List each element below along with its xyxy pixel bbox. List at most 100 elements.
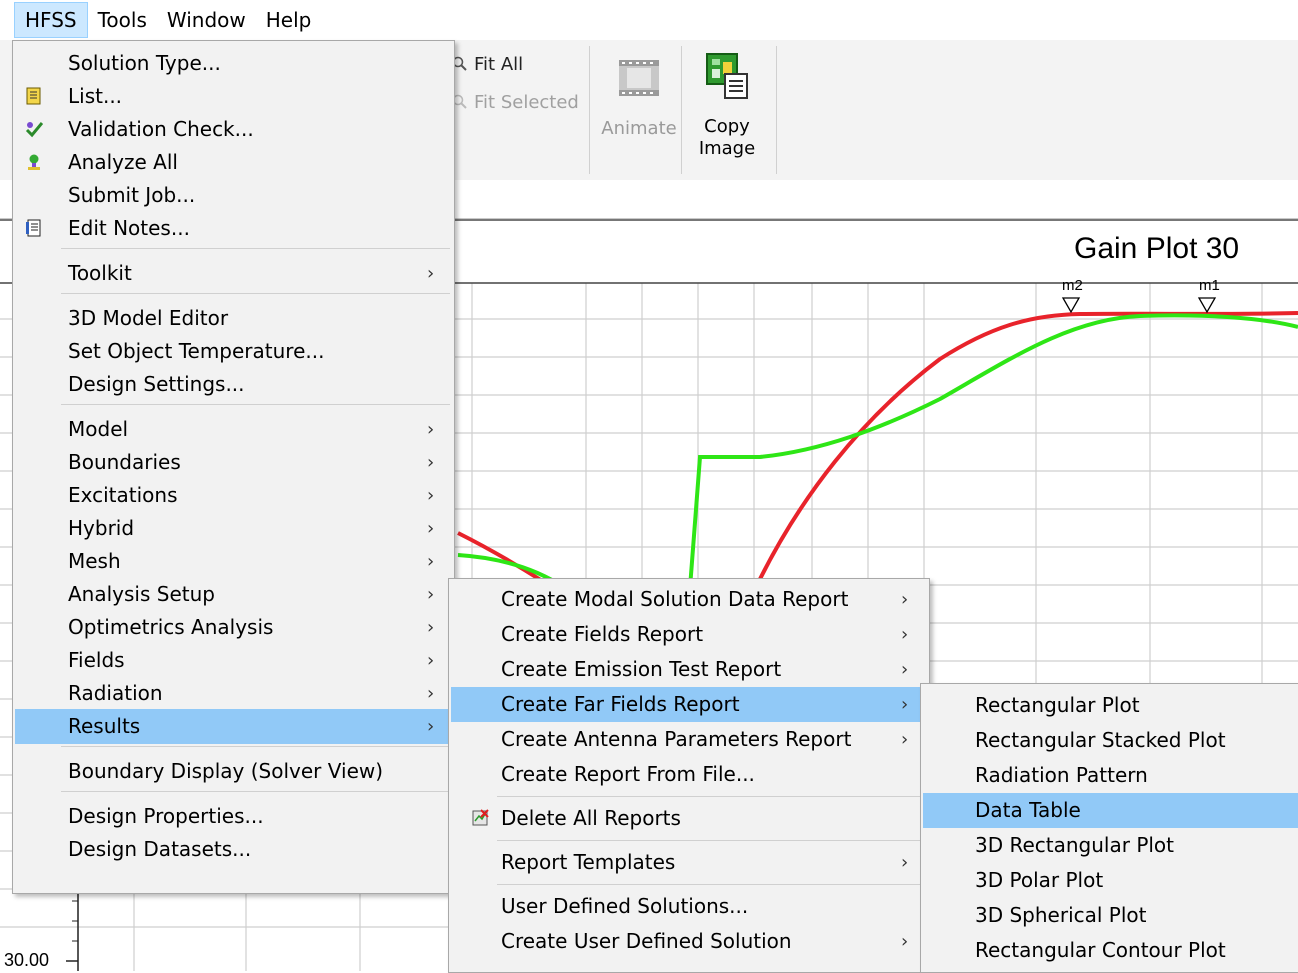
chevron-right-icon: › <box>901 931 909 952</box>
hfss-menu-item-hybrid[interactable]: Hybrid › <box>15 511 452 546</box>
menu-item-label: List... <box>68 84 123 108</box>
menu-tools[interactable]: Tools <box>88 2 157 38</box>
results-menu-item-create-emission-test-report[interactable]: Create Emission Test Report › <box>451 652 927 687</box>
plot-title: Gain Plot 30 <box>1074 232 1240 265</box>
menu-item-label: Create Antenna Parameters Report <box>501 727 852 751</box>
validation-check-icon <box>25 122 43 138</box>
menu-item-label: 3D Polar Plot <box>975 868 1104 892</box>
menu-item-label: Create Report From File... <box>501 762 755 786</box>
menu-item-label: Create User Defined Solution <box>501 929 792 953</box>
chevron-right-icon: › <box>427 650 435 671</box>
hfss-menu-item-solution-type[interactable]: Solution Type... <box>15 46 452 81</box>
far-fields-menu-item-3d-rectangular-plot[interactable]: 3D Rectangular Plot <box>923 828 1298 863</box>
hfss-menu-item-set-object-temperature[interactable]: Set Object Temperature... <box>15 334 452 369</box>
hfss-menu-item-design-properties[interactable]: Design Properties... <box>15 799 452 834</box>
hfss-menu-item-edit-notes[interactable]: Edit Notes... <box>15 211 452 246</box>
hfss-menu-item-validation-check[interactable]: Validation Check... <box>15 112 452 147</box>
far-fields-menu-item-rectangular-contour-plot[interactable]: Rectangular Contour Plot <box>923 933 1298 968</box>
menu-item-label: Rectangular Stacked Plot <box>975 728 1226 752</box>
marker-m2 <box>1061 297 1081 314</box>
results-menu-item-user-defined-solutions[interactable]: User Defined Solutions... <box>451 889 927 924</box>
hfss-menu-item-boundaries[interactable]: Boundaries › <box>15 445 452 480</box>
menu-item-label: Data Table <box>975 798 1081 822</box>
menu-hfss[interactable]: HFSS <box>14 2 88 38</box>
analyze-all-icon <box>28 154 40 170</box>
menu-item-label: Radiation Pattern <box>975 763 1148 787</box>
menu-item-label: 3D Model Editor <box>68 306 229 330</box>
menu-item-label: 3D Rectangular Plot <box>975 833 1175 857</box>
animate-label: Animate <box>601 118 677 139</box>
chevron-right-icon: › <box>901 852 909 873</box>
hfss-menu-item-excitations[interactable]: Excitations › <box>15 478 452 513</box>
menu-separator <box>61 746 450 747</box>
far-fields-menu-item-3d-polar-plot[interactable]: 3D Polar Plot <box>923 863 1298 898</box>
far-fields-menu-item-3d-spherical-plot[interactable]: 3D Spherical Plot <box>923 898 1298 933</box>
results-menu-item-delete-all-reports[interactable]: Delete All Reports <box>451 801 927 836</box>
hfss-menu-item-optimetrics-analysis[interactable]: Optimetrics Analysis › <box>15 610 452 645</box>
menu-item-label: Edit Notes... <box>68 216 190 240</box>
menu-item-label: Design Settings... <box>68 372 245 396</box>
results-menu-item-report-templates[interactable]: Report Templates › <box>451 845 927 880</box>
menu-item-label: Boundary Display (Solver View) <box>68 759 384 783</box>
delete-reports-icon <box>472 809 489 826</box>
menu-item-label: Boundaries <box>68 450 181 474</box>
menu-item-label: Set Object Temperature... <box>68 339 325 363</box>
menu-help[interactable]: Help <box>256 2 322 38</box>
results-menu-item-create-user-defined-solution[interactable]: Create User Defined Solution › <box>451 924 927 959</box>
results-menu-item-create-modal-solution-data-report[interactable]: Create Modal Solution Data Report › <box>451 582 927 617</box>
menu-item-label: Create Far Fields Report <box>501 692 740 716</box>
far-fields-menu-item-rectangular-plot[interactable]: Rectangular Plot <box>923 688 1298 723</box>
fit-selected-button[interactable]: Fit Selected <box>452 92 579 113</box>
results-menu-item-create-far-fields-report[interactable]: Create Far Fields Report › <box>451 687 927 722</box>
menu-item-label: Create Fields Report <box>501 622 704 646</box>
results-menu-item-create-antenna-parameters-report[interactable]: Create Antenna Parameters Report › <box>451 722 927 757</box>
chevron-right-icon: › <box>901 659 909 680</box>
hfss-menu-item-fields[interactable]: Fields › <box>15 643 452 678</box>
hfss-menu-item-list[interactable]: List... <box>15 79 452 114</box>
animate-button[interactable]: Animate <box>600 52 678 140</box>
toolbar-divider <box>589 46 590 174</box>
menu-item-label: Hybrid <box>68 516 135 540</box>
hfss-menu-item-mesh[interactable]: Mesh › <box>15 544 452 579</box>
menu-separator <box>497 884 925 885</box>
list-icon <box>26 87 41 105</box>
menu-item-label: Excitations <box>68 483 178 507</box>
results-menu-item-create-report-from-file[interactable]: Create Report From File... <box>451 757 927 792</box>
menu-item-label: Toolkit <box>68 261 132 285</box>
chevron-right-icon: › <box>427 584 435 605</box>
copy-image-button[interactable]: Copy Image <box>690 50 764 160</box>
hfss-menu-item-submit-job[interactable]: Submit Job... <box>15 178 452 213</box>
menu-item-label: 3D Spherical Plot <box>975 903 1147 927</box>
menu-separator <box>497 796 925 797</box>
hfss-menu-item-analyze-all[interactable]: Analyze All <box>15 145 452 180</box>
hfss-menu-item-radiation[interactable]: Radiation › <box>15 676 452 711</box>
hfss-menu-item-design-datasets[interactable]: Design Datasets... <box>15 832 452 867</box>
menu-window[interactable]: Window <box>157 2 256 38</box>
chevron-right-icon: › <box>901 589 909 610</box>
hfss-menu: Solution Type... List... Validation Check.… <box>12 40 455 894</box>
hfss-menu-item-toolkit[interactable]: Toolkit › <box>15 256 452 291</box>
hfss-menu-item-3d-model-editor[interactable]: 3D Model Editor <box>15 301 452 336</box>
film-icon <box>619 60 659 96</box>
menu-item-label: Design Properties... <box>68 804 264 828</box>
toolbar-divider <box>681 46 682 174</box>
far-fields-menu-item-radiation-pattern[interactable]: Radiation Pattern <box>923 758 1298 793</box>
far-fields-menu-item-rectangular-stacked-plot[interactable]: Rectangular Stacked Plot <box>923 723 1298 758</box>
menu-item-label: Validation Check... <box>68 117 254 141</box>
menu-item-label: Create Emission Test Report <box>501 657 782 681</box>
chevron-right-icon: › <box>427 551 435 572</box>
results-menu-item-create-fields-report[interactable]: Create Fields Report › <box>451 617 927 652</box>
chevron-right-icon: › <box>901 624 909 645</box>
menu-separator <box>61 293 450 294</box>
menu-separator <box>61 404 450 405</box>
hfss-menu-item-model[interactable]: Model › <box>15 412 452 447</box>
menu-item-label: Mesh <box>68 549 121 573</box>
hfss-menu-item-results[interactable]: Results › <box>15 709 452 744</box>
hfss-menu-item-boundary-display-solver-view[interactable]: Boundary Display (Solver View) <box>15 754 452 789</box>
far-fields-menu-item-data-table[interactable]: Data Table <box>923 793 1298 828</box>
hfss-menu-item-design-settings[interactable]: Design Settings... <box>15 367 452 402</box>
fit-all-button[interactable]: Fit All <box>452 54 523 75</box>
menu-item-label: Solution Type... <box>68 51 221 75</box>
menu-item-label: User Defined Solutions... <box>501 894 749 918</box>
hfss-menu-item-analysis-setup[interactable]: Analysis Setup › <box>15 577 452 612</box>
